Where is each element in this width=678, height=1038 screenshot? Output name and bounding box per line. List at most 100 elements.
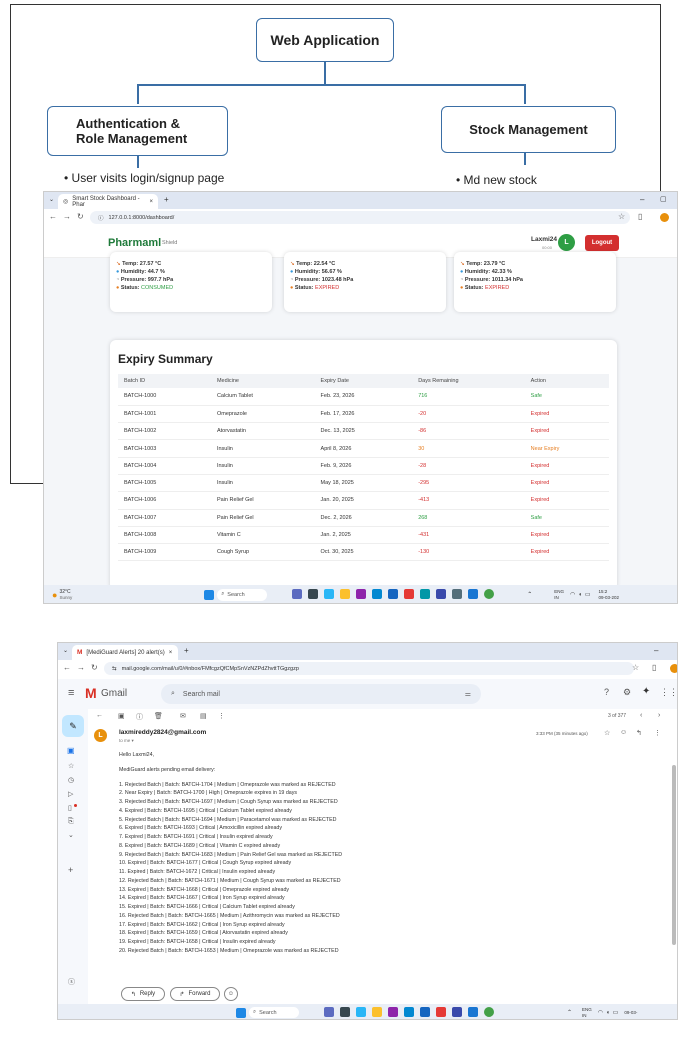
language-indicator[interactable]: ENG IN (582, 1007, 592, 1019)
volume-icon[interactable]: ◖ (606, 1010, 610, 1016)
more-chevron-icon[interactable]: ⌄ (68, 831, 74, 839)
folder-icon[interactable] (340, 588, 351, 599)
battery-icon[interactable]: ▭ (585, 591, 591, 598)
app-icon[interactable] (324, 1006, 334, 1017)
app-icon[interactable] (356, 588, 367, 599)
reply-button[interactable]: ↰ Reply (121, 987, 165, 1001)
forward-icon[interactable]: → (63, 212, 71, 221)
compose-button[interactable]: ✎ (62, 715, 84, 737)
more-vert-icon[interactable]: ⋮ (654, 729, 661, 737)
archive-icon[interactable]: ▣ (118, 712, 125, 720)
app-icon[interactable] (340, 1006, 350, 1017)
wifi-icon[interactable]: ◠ (598, 1009, 603, 1016)
emoji-react-icon[interactable]: ☺ (620, 729, 627, 736)
mark-unread-icon[interactable]: ✉ (180, 712, 186, 720)
app-icon[interactable] (404, 588, 415, 599)
new-tab-icon[interactable]: + (184, 646, 189, 655)
gmail-logo-icon[interactable]: M (85, 685, 97, 701)
minimize-icon[interactable]: – (640, 195, 644, 204)
emoji-button[interactable]: ☺ (224, 987, 238, 1001)
app-icon[interactable] (420, 588, 431, 599)
forward-icon[interactable]: → (77, 663, 85, 672)
app-icon[interactable] (388, 588, 399, 599)
avatar[interactable]: L (558, 234, 575, 251)
wifi-icon[interactable]: ◠ (570, 591, 575, 598)
back-to-inbox-icon[interactable]: ← (96, 712, 103, 719)
sent-icon[interactable]: ▷ (68, 790, 73, 798)
app-icon[interactable] (308, 588, 319, 599)
main-menu-icon[interactable]: ≡ (68, 687, 74, 699)
profile-icon[interactable] (660, 213, 669, 222)
reload-icon[interactable]: ↻ (91, 663, 98, 672)
start-icon[interactable] (204, 589, 215, 600)
sender-avatar[interactable]: L (94, 729, 107, 742)
drafts-icon[interactable]: ▯ (68, 804, 72, 812)
chrome-icon[interactable] (484, 588, 495, 599)
logout-button[interactable]: Logout (585, 235, 619, 251)
reload-icon[interactable]: ↻ (77, 212, 84, 221)
brand-logo[interactable]: Pharmaml (108, 237, 161, 249)
back-icon[interactable]: ← (49, 212, 57, 221)
sender-email[interactable]: laxmireddy2824@gmail.com (119, 729, 206, 736)
volume-icon[interactable]: ◖ (578, 592, 582, 598)
search-mail-input[interactable]: ⌕ Search mail ⚌ (161, 684, 481, 704)
app-icon[interactable] (436, 1006, 446, 1017)
app-icon[interactable] (452, 588, 463, 599)
browser-icon[interactable] (404, 1006, 414, 1017)
search-filter-icon[interactable]: ⚌ (465, 690, 471, 698)
tab-menu-icon[interactable]: ⌄ (49, 196, 54, 203)
recipient-label[interactable]: to me ▾ (119, 738, 134, 744)
back-icon[interactable]: ← (63, 663, 71, 672)
extensions-icon[interactable]: ▯ (652, 663, 656, 672)
move-to-icon[interactable]: ▤ (200, 712, 207, 720)
profile-icon[interactable] (670, 664, 677, 673)
browser-icon[interactable] (372, 588, 383, 599)
tab-dashboard[interactable]: ◎ Smart Stock Dashboard - Phar × (58, 194, 158, 209)
starred-icon[interactable]: ☆ (68, 762, 74, 770)
inbox-icon[interactable]: ▣ (67, 746, 75, 755)
help-icon[interactable]: ? (604, 687, 609, 697)
new-tab-icon[interactable]: + (164, 195, 169, 204)
labels-add-icon[interactable]: + (68, 865, 73, 875)
tab-close-icon[interactable]: × (149, 199, 153, 205)
start-icon[interactable] (236, 1007, 246, 1018)
app-icon[interactable] (420, 1006, 430, 1017)
url-field[interactable]: ⇆ mail.google.com/mail/u/0/#inbox/FMfcgz… (104, 662, 634, 675)
folder-icon[interactable] (372, 1006, 382, 1017)
app-icon[interactable] (356, 1006, 366, 1017)
app-icon[interactable] (468, 1006, 478, 1017)
battery-icon[interactable]: ▭ (613, 1009, 619, 1016)
tab-menu-icon[interactable]: ⌄ (63, 647, 68, 654)
taskbar-search[interactable]: ⌕ Search (217, 588, 268, 601)
forward-button[interactable]: ↱ Forward (170, 987, 220, 1001)
tray-up-icon[interactable]: ⌃ (567, 1009, 572, 1016)
clock[interactable]: 15:2 09-03-202 (599, 589, 620, 601)
reply-icon[interactable]: ↰ (636, 729, 642, 737)
app-icon[interactable] (436, 588, 447, 599)
app-icon[interactable] (468, 588, 479, 599)
minimize-icon[interactable]: – (654, 646, 658, 655)
snoozed-icon[interactable]: ◷ (68, 776, 74, 784)
star-icon[interactable]: ☆ (604, 729, 610, 737)
chrome-icon[interactable] (484, 1006, 494, 1017)
app-icon[interactable] (388, 1006, 398, 1017)
extensions-icon[interactable]: ▯ (638, 212, 642, 221)
apps-grid-icon[interactable]: ⋮⋮ (660, 687, 677, 698)
language-indicator[interactable]: ENG IN (554, 589, 564, 601)
prev-message-icon[interactable]: ‹ (640, 712, 642, 719)
report-spam-icon[interactable]: ⓘ (136, 712, 143, 722)
delete-icon[interactable]: 🗑 (154, 712, 163, 720)
settings-gear-icon[interactable]: ⚙ (623, 687, 631, 698)
url-field[interactable]: ⓘ 127.0.0.1:8000/dashboard/ (90, 211, 630, 224)
tab-close-icon[interactable]: × (169, 650, 173, 656)
clock-date[interactable]: 09-03- (624, 1010, 637, 1015)
next-message-icon[interactable]: › (658, 712, 660, 719)
bookmark-star-icon[interactable]: ☆ (618, 212, 625, 221)
tab-gmail[interactable]: M [MediGuard Alerts] 20 alert(s) × (72, 645, 178, 660)
app-icon[interactable] (452, 1006, 462, 1017)
gemini-icon[interactable]: ✦ (642, 686, 650, 697)
more-options-icon[interactable]: ⋮ (218, 712, 225, 720)
help-circle-icon[interactable]: ⓢ (68, 977, 75, 987)
weather-widget[interactable]: 32°C Sunny (59, 589, 72, 601)
documents-icon[interactable]: ⎘ (68, 818, 74, 826)
